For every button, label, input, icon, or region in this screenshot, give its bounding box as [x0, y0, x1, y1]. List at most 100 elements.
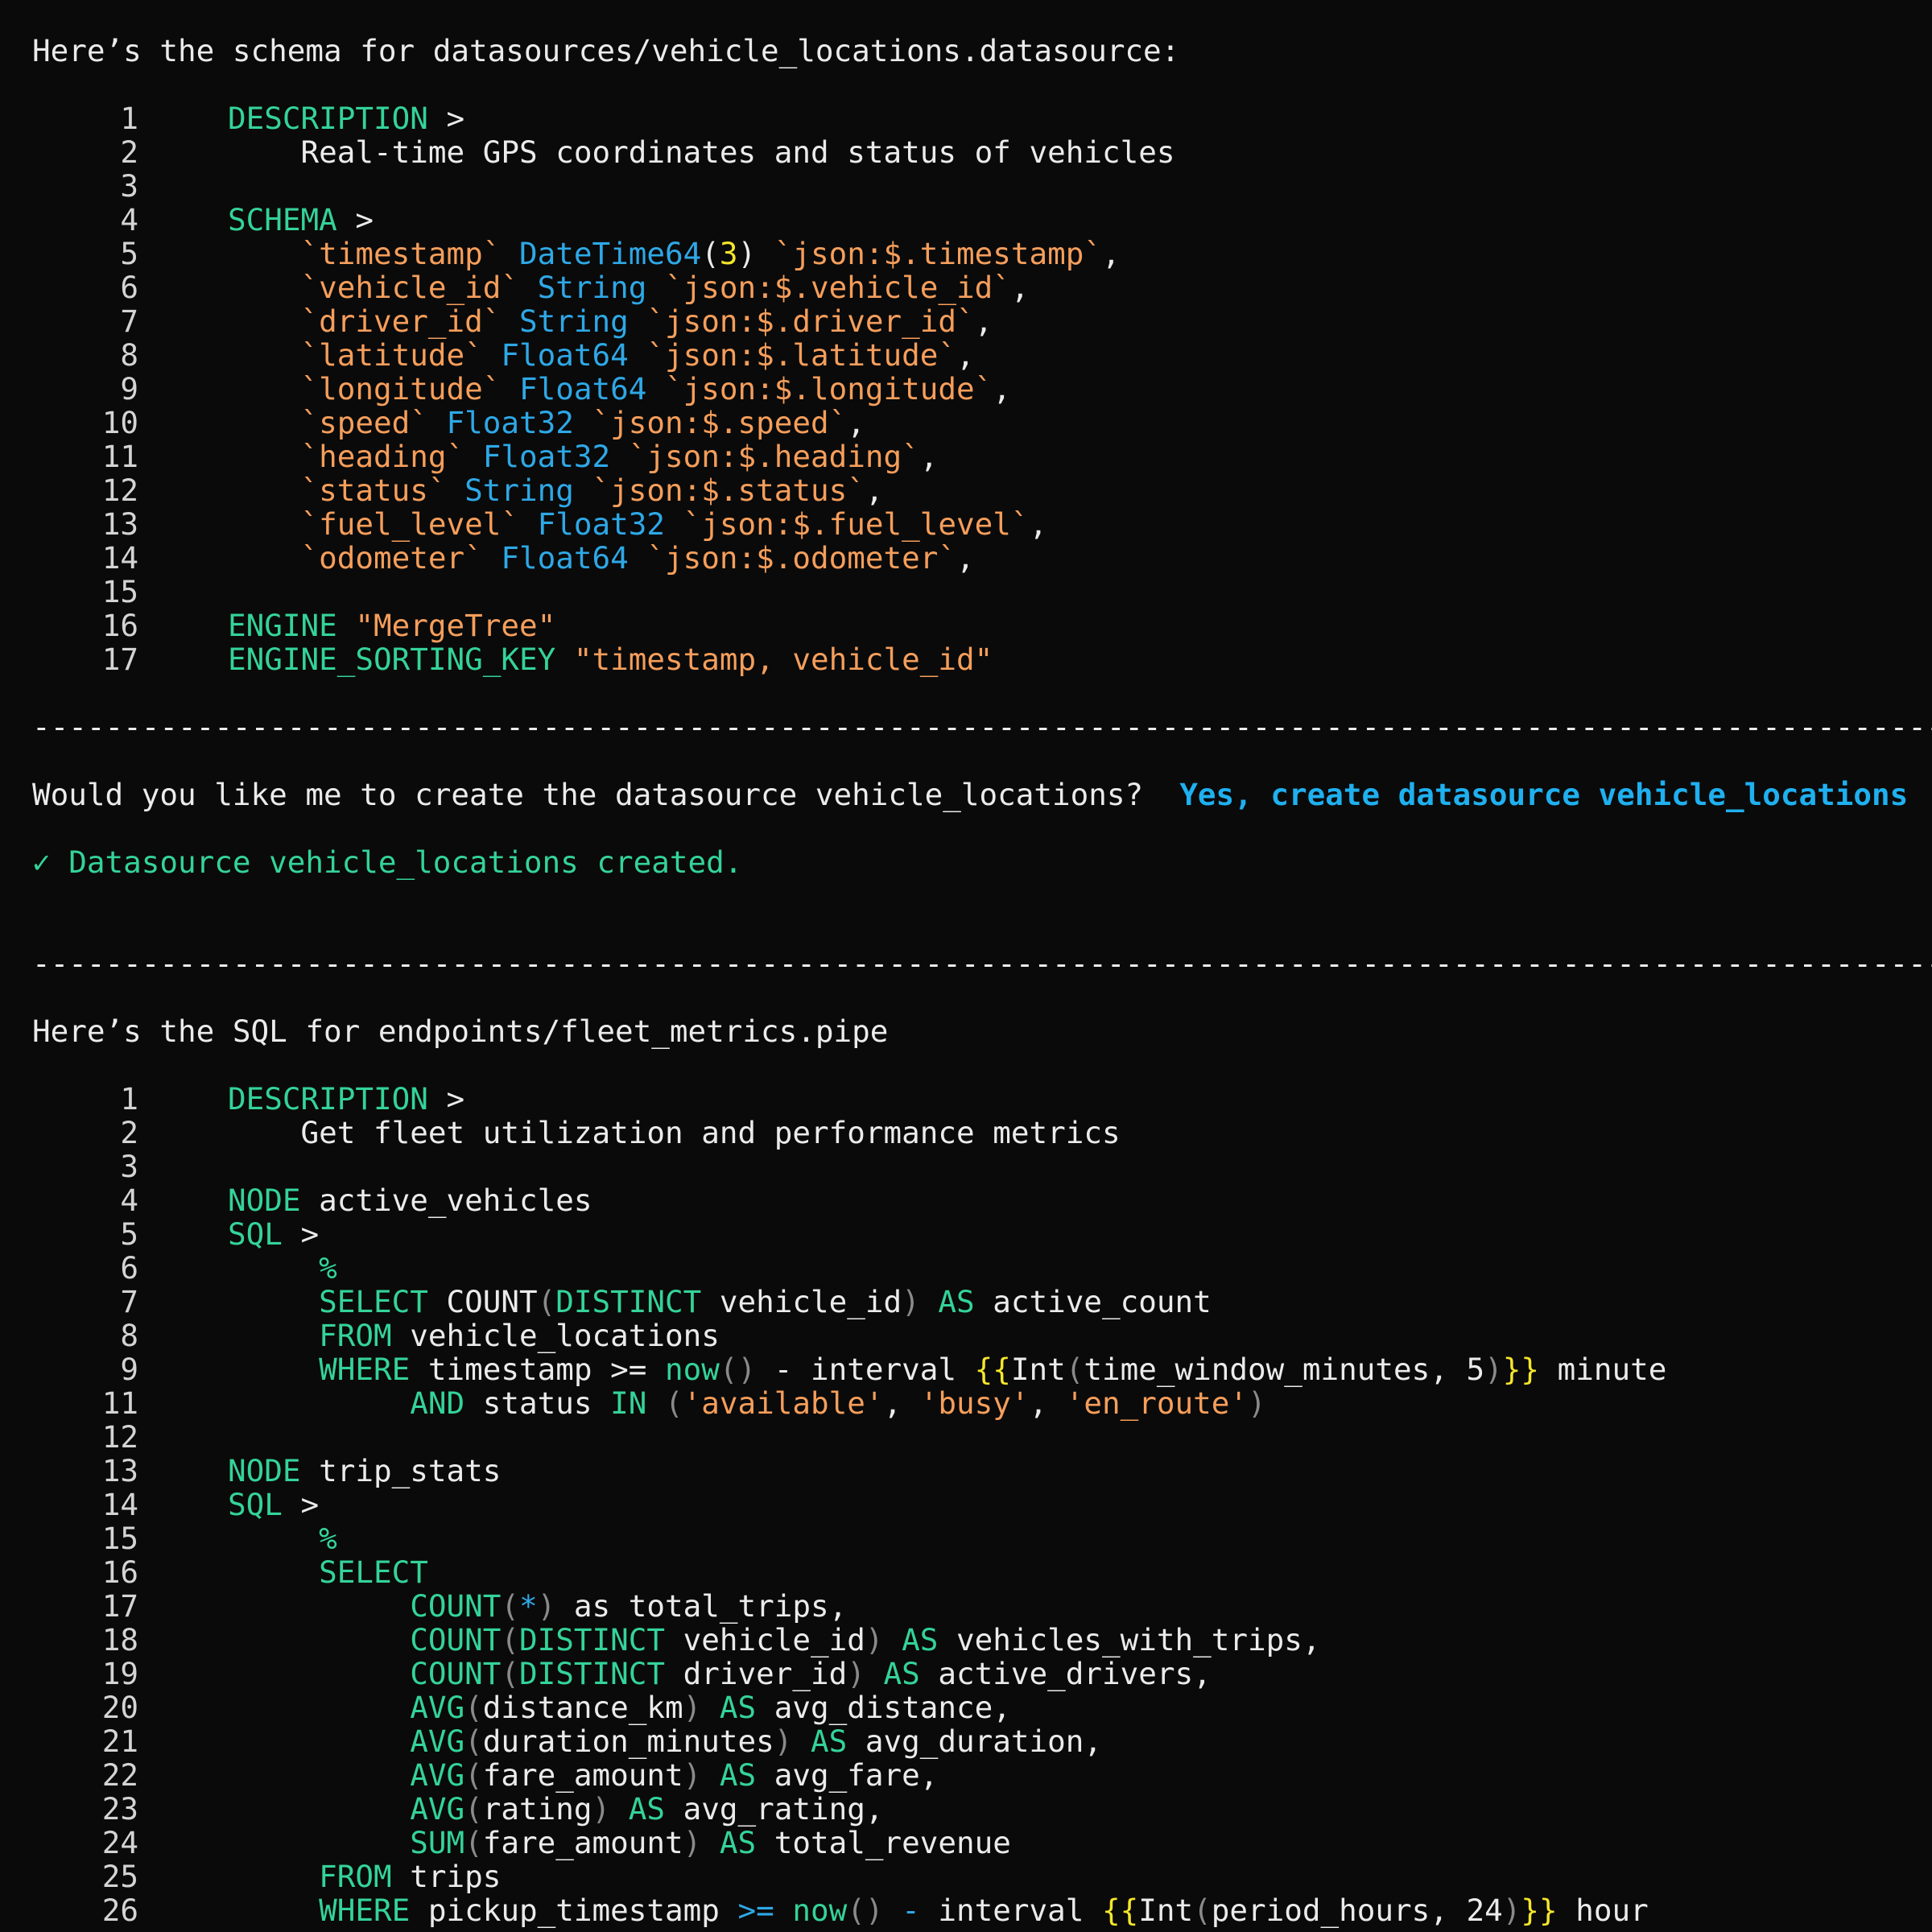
- code-token: active_vehicles: [300, 1183, 592, 1218]
- code-token: ,: [883, 1385, 920, 1421]
- line-number: 6: [120, 270, 138, 305]
- code-token: (: [665, 1385, 683, 1421]
- code-token: ): [865, 1622, 884, 1657]
- line-number: 17: [101, 1588, 138, 1624]
- code-token: `timestamp`: [300, 236, 502, 271]
- code-token: - interval: [756, 1352, 975, 1387]
- code-token: IN: [610, 1385, 647, 1421]
- code-token: vehicle_id: [701, 1284, 902, 1319]
- create-datasource-button[interactable]: Yes, create datasource vehicle_locations: [1179, 777, 1908, 812]
- line-number: 3: [120, 1149, 138, 1184]
- code-token: vehicle_id: [665, 1622, 865, 1657]
- code-text: SQL >: [228, 1488, 319, 1521]
- code-token: active_drivers,: [919, 1656, 1212, 1691]
- line-number: 4: [120, 202, 138, 237]
- code-token: ): [847, 1656, 865, 1691]
- code-token: fare_amount: [482, 1757, 683, 1793]
- code-token: trip_stats: [300, 1453, 502, 1488]
- code-token: {{: [974, 1352, 1011, 1387]
- code-token: ,: [919, 439, 939, 474]
- code-token: >=: [737, 1893, 774, 1928]
- line-number: 12: [101, 1419, 138, 1455]
- code-token: driver_id: [665, 1656, 848, 1691]
- code-token: rating: [482, 1791, 592, 1827]
- code-text: `timestamp` DateTime64(3) `json:$.timest…: [228, 237, 1121, 270]
- code-text: AVG(distance_km) AS avg_distance,: [228, 1690, 1011, 1724]
- code-token: interval: [919, 1893, 1102, 1928]
- code-token: FROM: [319, 1859, 392, 1894]
- code-token: (: [501, 1622, 519, 1657]
- line-number: 6: [120, 1250, 138, 1286]
- line-number: 26: [101, 1893, 138, 1928]
- line-number: 7: [120, 1284, 138, 1319]
- code-token: %: [319, 1521, 337, 1556]
- code-token: `heading`: [300, 439, 465, 474]
- code-token: AS: [938, 1284, 975, 1319]
- pipe-header: Here’s the SQL for endpoints/fleet_metri…: [32, 1013, 889, 1049]
- code-token: as total_trips,: [555, 1588, 848, 1624]
- terminal-output: Here’s the schema for datasources/vehicl…: [0, 0, 1932, 1932]
- code-token: now: [792, 1893, 848, 1928]
- code-token: `json:$.odometer`: [646, 540, 956, 576]
- code-token: >: [282, 1216, 320, 1252]
- code-token: `longitude`: [300, 371, 502, 407]
- line-number: 1: [120, 1081, 138, 1117]
- code-token: 'available': [683, 1385, 884, 1421]
- code-text: WHERE timestamp >= now() - interval {{In…: [228, 1352, 1666, 1386]
- code-token: ENGINE_SORTING_KEY: [228, 642, 556, 677]
- code-text: Real-time GPS coordinates and status of …: [228, 135, 1174, 169]
- code-token: DateTime64: [519, 236, 702, 271]
- line-number: 2: [120, 134, 138, 170]
- code-token: SCHEMA: [228, 202, 337, 237]
- code-token: (: [537, 1284, 556, 1319]
- code-text: NODE trip_stats: [228, 1454, 501, 1488]
- code-text: SELECT: [228, 1555, 428, 1589]
- code-token: `json:$.latitude`: [646, 337, 956, 373]
- code-token: `json:$.fuel_level`: [683, 506, 1030, 542]
- line-number: 13: [101, 1453, 138, 1488]
- code-token: pickup_timestamp: [410, 1893, 738, 1928]
- code-token: ): [737, 236, 774, 271]
- code-token: status: [464, 1385, 611, 1421]
- code-text: SUM(fare_amount) AS total_revenue: [228, 1826, 1011, 1860]
- code-token: period_hours, 24: [1211, 1893, 1503, 1928]
- code-text: WHERE pickup_timestamp >= now() - interv…: [228, 1893, 1649, 1927]
- code-token: ): [537, 1588, 556, 1624]
- code-token: hour: [1557, 1893, 1649, 1928]
- code-token: ): [902, 1284, 920, 1319]
- code-token: Float64: [501, 337, 629, 373]
- code-token: ): [683, 1757, 702, 1793]
- code-token: AVG: [410, 1757, 465, 1793]
- code-token: time_window_minutes, 5: [1084, 1352, 1485, 1387]
- code-token: `json:$.heading`: [628, 439, 920, 474]
- code-token: ,: [974, 303, 993, 339]
- code-token: `json:$.timestamp`: [774, 236, 1102, 271]
- code-token: DESCRIPTION: [228, 101, 428, 136]
- code-token: ,: [956, 540, 975, 576]
- schema-header: Here’s the schema for datasources/vehicl…: [32, 33, 1180, 68]
- code-text: FROM vehicle_locations: [228, 1319, 720, 1352]
- code-token: }}: [1502, 1352, 1539, 1387]
- code-token: `json:$.longitude`: [665, 371, 993, 407]
- code-token: ,: [1029, 1385, 1066, 1421]
